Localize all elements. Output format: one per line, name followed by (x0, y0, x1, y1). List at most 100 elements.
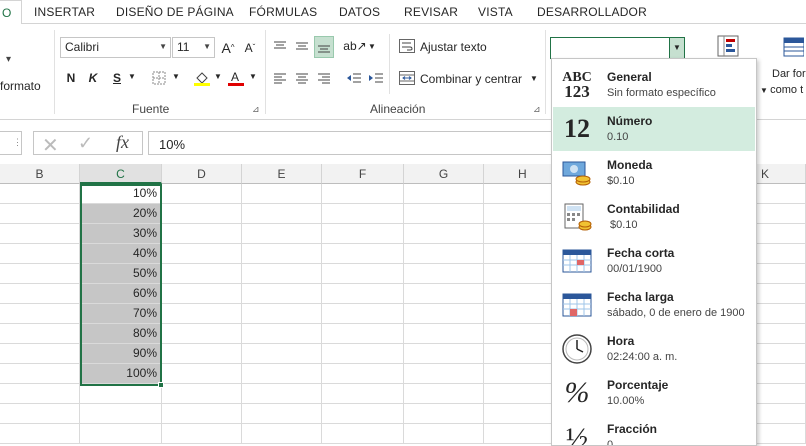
cell-c9[interactable]: 90% (80, 344, 162, 364)
grid-cell[interactable] (484, 224, 552, 244)
font-size-select[interactable]: 11 ▼ (172, 37, 215, 58)
grid-cell[interactable] (242, 424, 322, 444)
formula-input[interactable]: 10% (148, 131, 552, 155)
grid-cell[interactable] (322, 264, 404, 284)
grid-cell[interactable] (242, 224, 322, 244)
grid-cell[interactable] (757, 324, 806, 344)
align-bottom-icon[interactable] (314, 36, 334, 58)
align-right-icon[interactable] (314, 68, 334, 88)
tab-formulas[interactable]: FÓRMULAS (249, 5, 317, 19)
chevron-down-icon[interactable]: ▼ (214, 72, 222, 81)
grid-cell[interactable] (0, 364, 80, 384)
fill-handle[interactable] (158, 382, 164, 388)
grid-cell[interactable] (404, 284, 484, 304)
tab-revisar[interactable]: REVISAR (404, 5, 458, 19)
format-option-moneda[interactable]: Moneda $0.10 (553, 151, 755, 195)
cell-c3[interactable]: 30% (80, 224, 162, 244)
increase-font-icon[interactable]: A ^ (219, 37, 237, 58)
column-header-b[interactable]: B (0, 164, 80, 184)
grid-cell[interactable] (242, 404, 322, 424)
bold-button[interactable]: N (62, 68, 80, 88)
column-header-g[interactable]: G (404, 164, 484, 184)
cell-c1[interactable]: 10% (80, 184, 162, 204)
orientation-icon[interactable]: ab↗ (343, 36, 366, 56)
grid-cell[interactable] (404, 424, 484, 444)
chevron-down-icon[interactable]: ▾ (6, 54, 11, 65)
tab-insertar[interactable]: INSERTAR (34, 5, 95, 19)
grid-cell[interactable] (322, 184, 404, 204)
tab-datos[interactable]: DATOS (339, 5, 380, 19)
italic-button[interactable]: K (84, 68, 102, 88)
format-option-fraccion[interactable]: ½ Fracción 0 (553, 415, 755, 445)
format-option-fecha-larga[interactable]: Fecha larga sábado, 0 de enero de 1900 (553, 283, 755, 327)
insert-function-button[interactable]: fx (116, 132, 129, 153)
grid-cell[interactable] (484, 204, 552, 224)
column-header-e[interactable]: E (242, 164, 322, 184)
grid-cell[interactable] (404, 244, 484, 264)
grid-cell[interactable] (322, 244, 404, 264)
cell-c10[interactable]: 100% (80, 364, 162, 384)
grid-cell[interactable] (484, 404, 552, 424)
column-header-c[interactable]: C (80, 164, 162, 184)
tab-desarrollador[interactable]: DESARROLLADOR (537, 5, 647, 19)
grid-cell[interactable] (322, 304, 404, 324)
cancel-icon[interactable]: ✕ (42, 133, 59, 158)
format-as-table-label[interactable]: Dar for (772, 68, 806, 80)
grid-cell[interactable] (162, 264, 242, 284)
grid-cell[interactable] (242, 304, 322, 324)
format-label[interactable]: formato (0, 79, 41, 93)
wrap-text-icon[interactable] (398, 37, 416, 55)
grid-cell[interactable] (242, 324, 322, 344)
grid-cell[interactable] (242, 384, 322, 404)
chevron-down-icon[interactable]: ▼ (530, 74, 538, 83)
grid-cell[interactable] (0, 304, 80, 324)
grid-cell[interactable] (0, 384, 80, 404)
number-format-select[interactable]: ▼ (550, 37, 685, 59)
enter-icon[interactable]: ✓ (78, 133, 93, 154)
grid-cell[interactable] (0, 344, 80, 364)
cell-c7[interactable]: 70% (80, 304, 162, 324)
grid-cell[interactable] (484, 244, 552, 264)
grid-cell[interactable] (484, 264, 552, 284)
grid-cell[interactable] (242, 244, 322, 264)
grid-cell[interactable] (757, 204, 806, 224)
grid-cell[interactable] (322, 204, 404, 224)
format-option-fecha-corta[interactable]: Fecha corta 00/01/1900 (553, 239, 755, 283)
grid-cell[interactable] (242, 344, 322, 364)
grid-cell[interactable] (404, 304, 484, 324)
format-option-numero[interactable]: 12 Número 0.10 (553, 107, 755, 151)
grid-cell[interactable] (404, 204, 484, 224)
grid-cell[interactable] (484, 184, 552, 204)
grid-cell[interactable] (757, 344, 806, 364)
align-center-icon[interactable] (292, 68, 312, 88)
grid-cell[interactable] (404, 404, 484, 424)
grid-cell[interactable] (757, 224, 806, 244)
grid-cell[interactable] (484, 344, 552, 364)
column-header-k[interactable]: K (757, 164, 806, 184)
grid-cell[interactable] (757, 404, 806, 424)
format-option-hora[interactable]: Hora 02:24:00 a. m. (553, 327, 755, 371)
fill-color-icon[interactable] (192, 68, 212, 88)
grid-cell[interactable] (162, 364, 242, 384)
cell-c8[interactable]: 80% (80, 324, 162, 344)
grid-cell[interactable] (484, 424, 552, 444)
grid-cell[interactable] (484, 384, 552, 404)
grid-cell[interactable] (404, 344, 484, 364)
grid-cell[interactable] (322, 344, 404, 364)
grid-cell[interactable] (162, 204, 242, 224)
grid-cell[interactable] (322, 224, 404, 244)
grid-cell[interactable] (242, 284, 322, 304)
grid-cell[interactable] (322, 424, 404, 444)
grid-cell[interactable] (0, 184, 80, 204)
grid-cell[interactable] (162, 384, 242, 404)
grid-cell[interactable] (162, 404, 242, 424)
chevron-down-icon[interactable]: ▼ (249, 72, 257, 81)
grid-cell[interactable] (757, 284, 806, 304)
column-header-d[interactable]: D (162, 164, 242, 184)
grid-cell[interactable] (404, 364, 484, 384)
grid-cell[interactable] (322, 324, 404, 344)
increase-indent-icon[interactable] (366, 68, 386, 88)
grid-cell[interactable] (162, 224, 242, 244)
grid-cell[interactable] (80, 404, 162, 424)
grid-cell[interactable] (484, 364, 552, 384)
